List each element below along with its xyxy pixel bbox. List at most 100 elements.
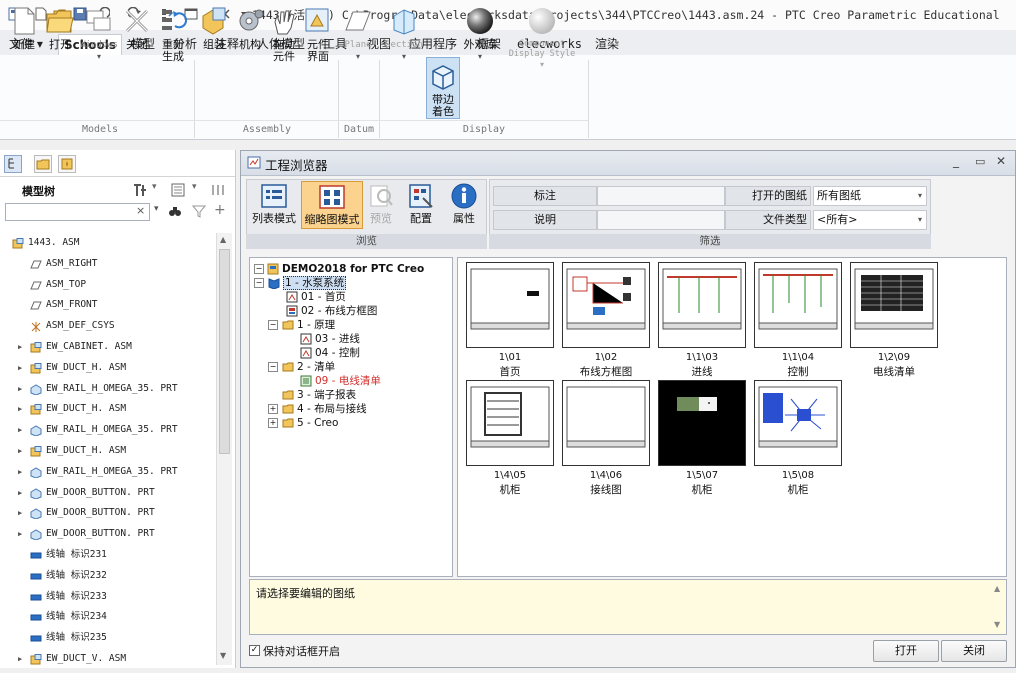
shading-with-edges-button[interactable]: 带边着色 — [426, 57, 460, 119]
tree-filter-dropdown-icon[interactable]: ▾ — [192, 182, 197, 192]
keep-open-checkbox[interactable]: ✓ — [249, 645, 260, 656]
component-interface-button[interactable]: 元件界面 — [302, 6, 334, 63]
clear-search-icon[interactable]: × — [136, 204, 145, 217]
search-dropdown-icon[interactable]: ▾ — [154, 204, 159, 214]
open-drawings-select[interactable]: 所有图纸 ▾ — [813, 186, 927, 206]
favorites-tab-icon[interactable] — [58, 155, 76, 173]
drawing-thumbnail[interactable] — [658, 380, 746, 466]
collapse-icon[interactable]: − — [254, 278, 264, 288]
tree-root[interactable]: − DEMO2018 for PTC Creo — [254, 262, 424, 276]
project-tree-node[interactable]: 02 - 布线方框图 — [286, 304, 377, 318]
wire-icon — [30, 611, 42, 622]
close-button[interactable]: 关闭 — [122, 6, 152, 51]
thumbnail-code: 1\02 — [594, 352, 618, 363]
properties-button[interactable]: 属性 — [447, 182, 481, 226]
datum-plane-icon — [30, 299, 42, 310]
tree-settings-icon[interactable] — [132, 182, 148, 198]
subassembly-icon — [30, 341, 42, 353]
new-button[interactable]: 新建 — [8, 6, 40, 51]
description-input[interactable] — [597, 210, 725, 230]
wire-icon — [30, 570, 42, 581]
drawing-thumbnail[interactable] — [562, 380, 650, 466]
part-icon — [30, 466, 42, 479]
minimize-icon[interactable]: _ — [953, 154, 959, 168]
project-tree-node[interactable]: +5 - Creo — [268, 416, 338, 430]
model-tree-tab-icon[interactable] — [4, 155, 22, 173]
tree-filter-icon[interactable] — [170, 182, 186, 198]
close-dialog-button[interactable]: 关闭 — [941, 640, 1007, 662]
appearance-gallery-button[interactable]: 外观库 ▾ — [462, 6, 498, 63]
plane-button[interactable]: Plane ▾ — [340, 6, 376, 63]
thumbnail-mode-button[interactable]: 缩略图模式 — [301, 181, 363, 229]
project-tree-node[interactable]: +4 - 布局与接线 — [268, 402, 367, 416]
project-tree-node[interactable]: − 1 - 原理 — [268, 318, 336, 332]
drawing-thumbnail[interactable] — [562, 262, 650, 348]
project-tree-node[interactable]: 03 - 进线 — [300, 332, 360, 346]
regenerate-button[interactable]: 重新生成 — [156, 6, 190, 63]
project-tree-node[interactable]: 04 - 控制 — [300, 346, 360, 360]
message-scroll-down-icon[interactable]: ▼ — [994, 620, 1000, 629]
drawing-thumbnail[interactable] — [466, 380, 554, 466]
expand-icon[interactable]: + — [268, 404, 278, 414]
list-mode-button[interactable]: 列表模式 — [249, 182, 299, 226]
project-tree-node[interactable]: 3 - 端子报表 — [282, 388, 356, 402]
drawing-thumbnail[interactable] — [658, 262, 746, 348]
expand-arrow-icon[interactable]: ▶ — [18, 524, 22, 544]
expand-icon[interactable]: + — [268, 418, 278, 428]
tab-render[interactable]: 渲染 — [590, 34, 624, 54]
tag-input[interactable] — [597, 186, 725, 206]
collapse-icon[interactable]: − — [268, 320, 278, 330]
tree-columns-icon[interactable] — [210, 182, 226, 198]
scroll-up-icon[interactable]: ▲ — [220, 235, 226, 244]
tree-item-label: 线轴 标识235 — [46, 632, 107, 644]
close-dialog-icon[interactable]: ✕ — [996, 154, 1006, 168]
preview-button[interactable]: 预览 — [365, 182, 397, 226]
mechanism-button[interactable]: 机构 — [234, 6, 266, 51]
windows-button[interactable]: Windows ▾ — [78, 6, 120, 63]
expand-arrow-icon[interactable]: ▶ — [18, 358, 22, 378]
expand-arrow-icon[interactable]: ▶ — [18, 503, 22, 523]
project-tree-node-label: 1 - 原理 — [297, 319, 336, 331]
maximize-icon[interactable]: ▭ — [975, 155, 985, 168]
project-tree-node[interactable]: 01 - 首页 — [286, 290, 346, 304]
open-drawing-button[interactable]: 打开 — [873, 640, 939, 662]
funnel-icon[interactable] — [191, 204, 207, 218]
hand-icon — [269, 6, 299, 36]
file-type-select[interactable]: <所有> ▾ — [813, 210, 927, 230]
tree-scrollbar[interactable]: ▲ ▼ — [216, 233, 232, 665]
expand-arrow-icon[interactable]: ▶ — [18, 379, 22, 399]
component-display-style-button[interactable]: Component Display Style ▾ — [500, 6, 584, 71]
drawing-thumbnail[interactable] — [466, 262, 554, 348]
expand-arrow-icon[interactable]: ▶ — [18, 399, 22, 419]
assemble-button[interactable]: 组装 — [198, 6, 230, 51]
section-button[interactable]: Section ▾ — [382, 6, 426, 63]
scroll-down-icon[interactable]: ▼ — [220, 651, 226, 660]
expand-arrow-icon[interactable]: ▶ — [18, 337, 22, 357]
add-column-icon[interactable]: + — [214, 202, 226, 218]
expand-arrow-icon[interactable]: ▶ — [18, 649, 22, 669]
folder-browser-tab-icon[interactable] — [34, 155, 52, 173]
expand-arrow-icon[interactable]: ▶ — [18, 483, 22, 503]
expand-arrow-icon[interactable]: ▶ — [18, 420, 22, 440]
drag-component-button[interactable]: 拖动元件 — [268, 6, 300, 63]
message-scroll-up-icon[interactable]: ▲ — [994, 584, 1000, 593]
open-button[interactable]: 打开 — [44, 6, 76, 51]
drawing-thumbnail[interactable] — [754, 262, 842, 348]
tree-search-input[interactable] — [5, 203, 150, 221]
drawing-thumbnail[interactable] — [754, 380, 842, 466]
collapse-icon[interactable]: − — [254, 264, 264, 274]
expand-arrow-icon[interactable]: ▶ — [18, 441, 22, 461]
project-tree-node[interactable]: − 2 - 清单 — [268, 360, 335, 374]
drawing-thumbnail[interactable] — [850, 262, 938, 348]
datum-plane-icon — [30, 279, 42, 290]
binoculars-icon[interactable] — [168, 204, 182, 218]
scroll-thumb[interactable] — [219, 249, 230, 454]
tree-settings-dropdown-icon[interactable]: ▾ — [152, 182, 157, 192]
collapse-icon[interactable]: − — [268, 362, 278, 372]
project-tree-node[interactable]: − 1 - 水泵系统 — [254, 276, 347, 290]
project-tree-node[interactable]: 09 - 电线清单 — [300, 374, 381, 388]
list-mode-icon — [260, 182, 288, 210]
config-button[interactable]: 配置 — [405, 182, 437, 226]
thumbnail-code: 1\1\03 — [685, 352, 719, 363]
expand-arrow-icon[interactable]: ▶ — [18, 462, 22, 482]
